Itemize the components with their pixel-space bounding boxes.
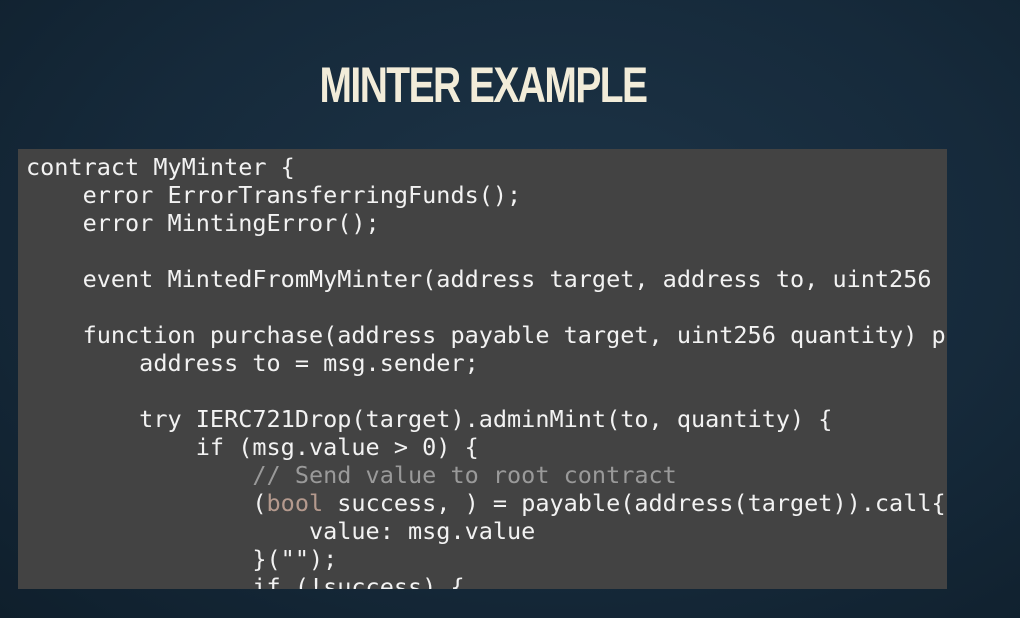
code-token-paren: ( xyxy=(26,489,267,517)
code-line-contract: contract MyMinter { xyxy=(26,153,295,181)
code-token-call: success, ) = payable(address(target)).ca… xyxy=(323,489,946,517)
code-line-comment: // Send value to root contract xyxy=(26,461,677,489)
code-line-try: try IERC721Drop(target).adminMint(to, qu… xyxy=(26,405,833,433)
code-line-if-value: if (msg.value > 0) { xyxy=(26,433,479,461)
code-line-event: event MintedFromMyMinter(address target,… xyxy=(26,265,932,293)
code-line-close-call: }(""); xyxy=(26,545,338,573)
slide-title: MINTER EXAMPLE xyxy=(319,57,648,113)
code-line-error-minting: error MintingError(); xyxy=(26,209,380,237)
code-line-if-success: if (!success) { xyxy=(26,573,465,589)
code-line-address-to: address to = msg.sender; xyxy=(26,349,479,377)
code-token-bool-keyword: bool xyxy=(266,489,324,517)
code-line-function: function purchase(address payable target… xyxy=(26,321,946,349)
code-line-value: value: msg.value xyxy=(26,517,536,545)
code-line-error-transfer: error ErrorTransferringFunds(); xyxy=(26,181,522,209)
code-line-bool-success: (bool success, ) = payable(address(targe… xyxy=(26,489,946,517)
code-panel: contract MyMinter { error ErrorTransferr… xyxy=(18,149,947,589)
